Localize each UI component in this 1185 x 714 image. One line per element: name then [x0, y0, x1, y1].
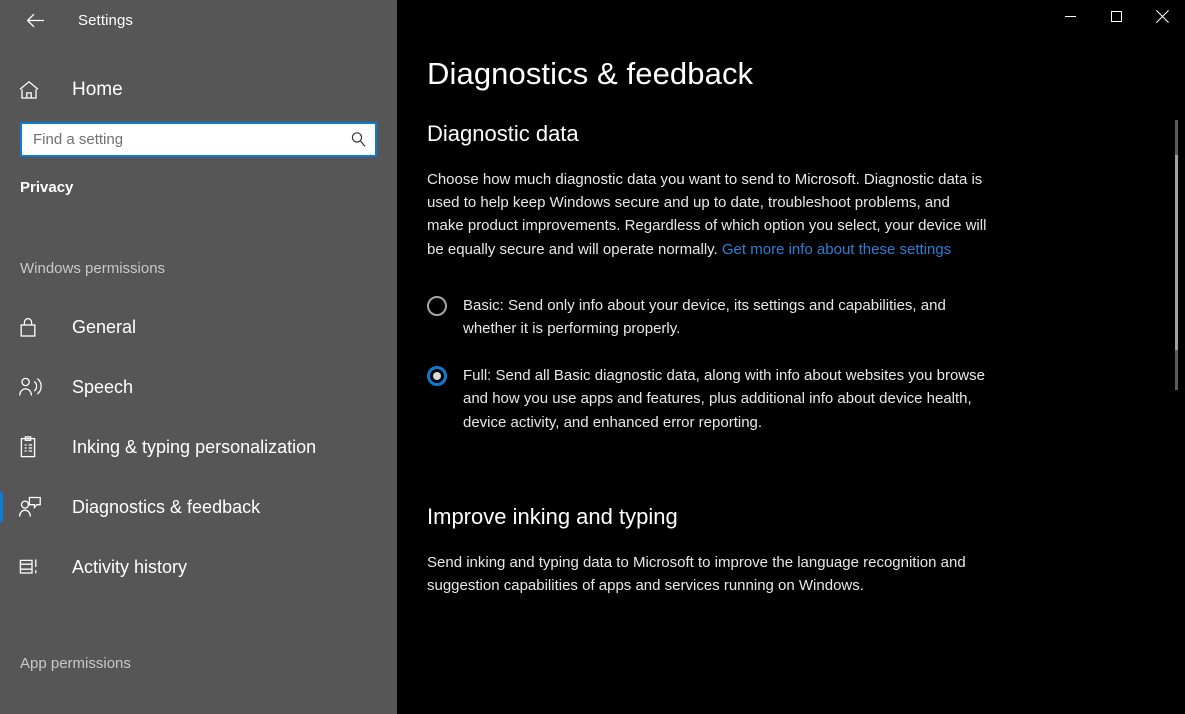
group-heading-windows-permissions: Windows permissions — [20, 260, 166, 277]
lock-icon — [18, 316, 44, 338]
close-icon[interactable] — [1139, 0, 1185, 32]
selection-indicator — [0, 492, 3, 522]
window-controls — [1047, 0, 1185, 32]
person-feedback-icon — [18, 496, 44, 518]
sidebar-item-diagnostics-feedback[interactable]: Diagnostics & feedback — [0, 477, 397, 537]
radio-basic-label: Basic: Send only info about your device,… — [463, 296, 946, 338]
diagnostic-data-description: Choose how much diagnostic data you want… — [427, 168, 987, 261]
radio-full-label: Full: Send all Basic diagnostic data, al… — [463, 367, 985, 431]
sidebar-item-label: Activity history — [72, 556, 188, 577]
sidebar-item-home[interactable]: Home — [0, 70, 397, 110]
search-icon[interactable] — [350, 131, 367, 148]
sidebar-item-speech[interactable]: Speech — [0, 357, 397, 417]
sidebar-item-inking-typing[interactable]: Inking & typing personalization — [0, 417, 397, 477]
improve-inking-description: Send inking and typing data to Microsoft… — [427, 553, 966, 595]
home-icon — [18, 80, 44, 100]
get-more-info-link[interactable]: Get more info about these settings — [722, 241, 951, 258]
back-arrow-icon[interactable] — [18, 5, 52, 35]
sidebar: Settings Home Privacy Windows p — [0, 0, 397, 714]
home-label: Home — [72, 79, 123, 100]
group-heading-app-permissions: App permissions — [20, 655, 131, 672]
section-title-diagnostic-data: Diagnostic data — [427, 121, 579, 146]
scrollbar-thumb[interactable] — [1175, 155, 1178, 350]
speech-person-icon — [18, 376, 44, 398]
settings-window: Settings Home Privacy Windows p — [0, 0, 1185, 714]
page-title: Diagnostics & feedback — [427, 56, 754, 91]
section-title-improve-inking: Improve inking and typing — [427, 503, 678, 529]
main-content: Diagnostics & feedback Diagnostic data C… — [397, 0, 1185, 714]
settings-page: Diagnostics & feedback Diagnostic data C… — [397, 0, 1017, 597]
radio-full-indicator[interactable] — [427, 366, 447, 387]
sidebar-item-label: Inking & typing personalization — [72, 436, 317, 457]
search-box[interactable] — [20, 122, 377, 157]
radio-basic-indicator[interactable] — [427, 295, 447, 316]
diagnostic-data-options: Basic: Send only info about your device,… — [427, 294, 1017, 434]
title-bar: Settings — [0, 0, 397, 40]
sidebar-item-label: Diagnostics & feedback — [72, 496, 261, 517]
sidebar-nav: General Speech Inking & typing personali… — [0, 297, 397, 597]
sidebar-item-label: Speech — [72, 376, 134, 397]
app-title: Settings — [78, 11, 133, 29]
clipboard-icon — [18, 435, 44, 459]
category-title: Privacy — [20, 179, 74, 196]
search-input[interactable] — [33, 124, 350, 155]
maximize-icon[interactable] — [1093, 0, 1139, 32]
sidebar-item-general[interactable]: General — [0, 297, 397, 357]
sidebar-item-label: General — [72, 316, 137, 337]
activity-history-icon — [18, 556, 44, 578]
radio-option-basic[interactable]: Basic: Send only info about your device,… — [427, 294, 1017, 340]
minimize-icon[interactable] — [1047, 0, 1093, 32]
sidebar-item-activity-history[interactable]: Activity history — [0, 537, 397, 597]
radio-option-full[interactable]: Full: Send all Basic diagnostic data, al… — [427, 364, 1017, 434]
